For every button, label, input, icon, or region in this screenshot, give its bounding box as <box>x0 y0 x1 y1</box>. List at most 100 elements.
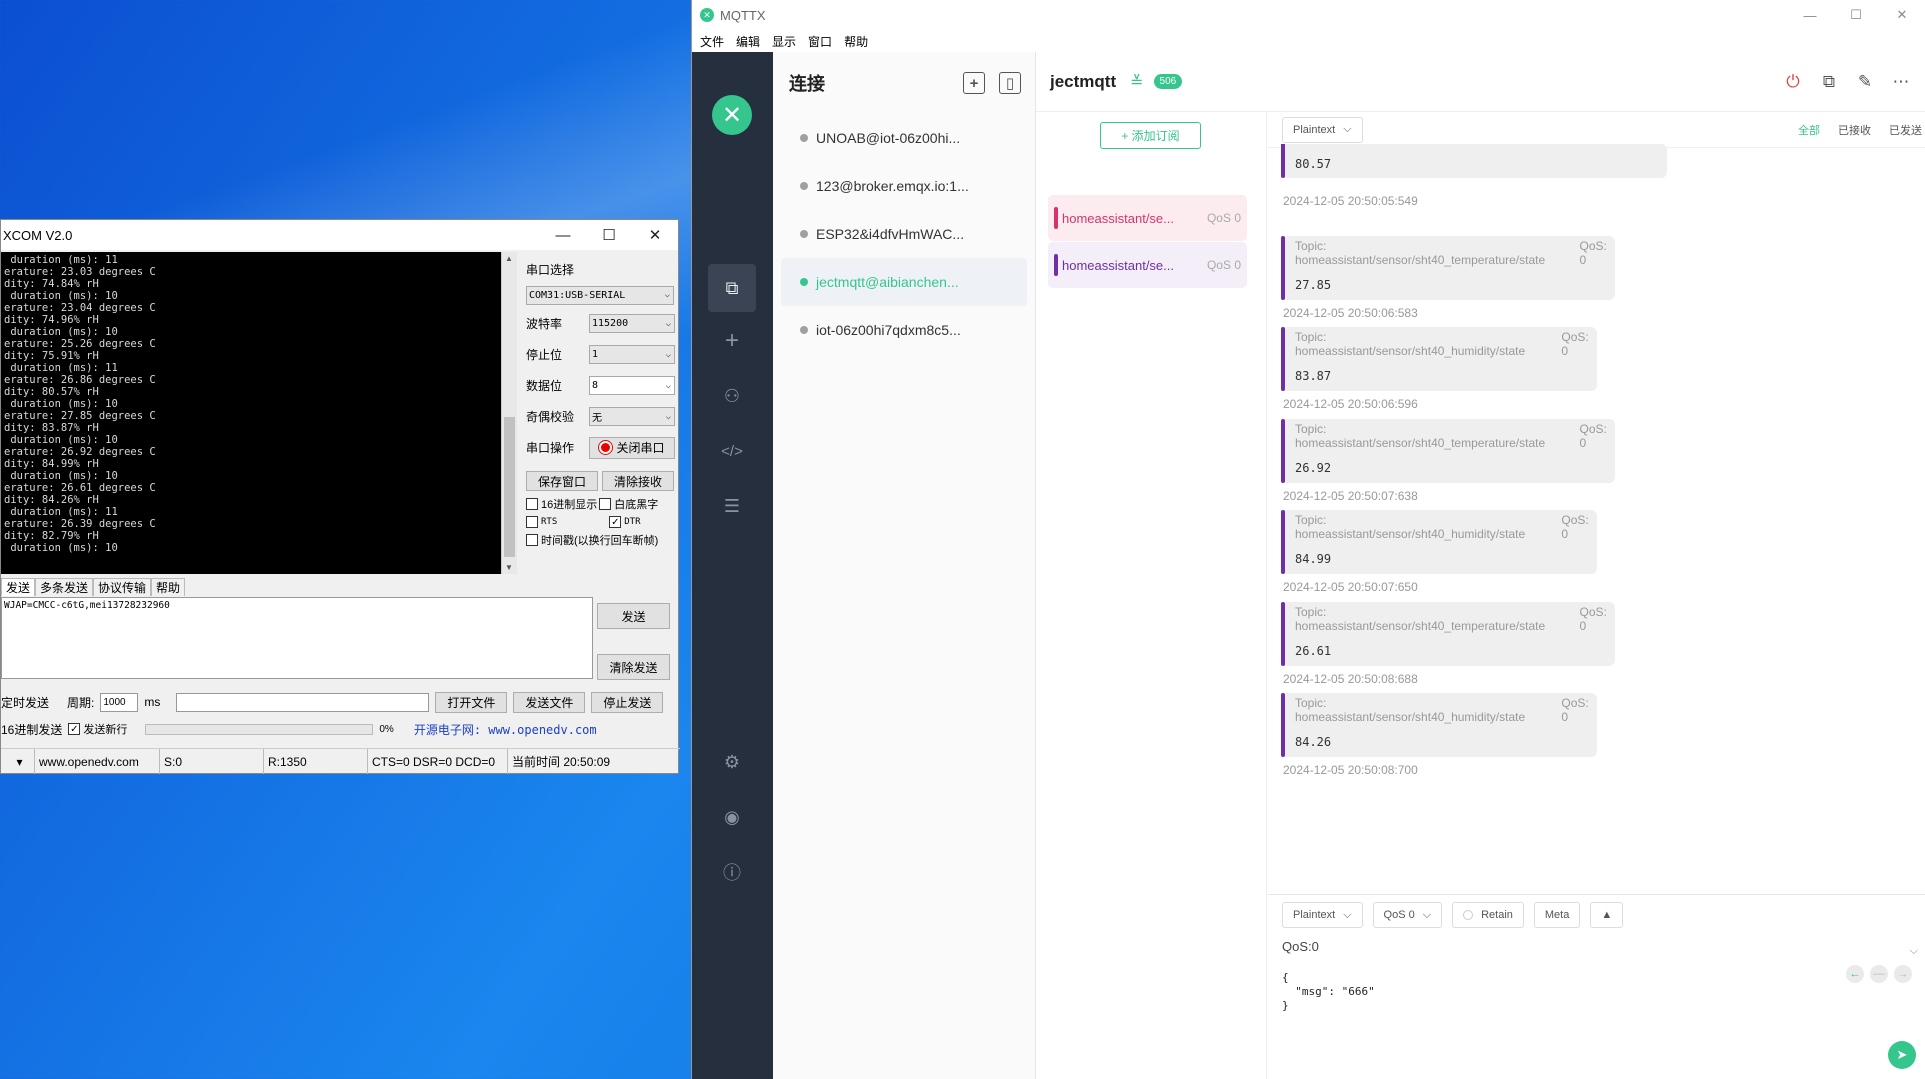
double-chevron-down-icon[interactable]: ≚ <box>1130 72 1143 92</box>
send-message-button[interactable]: ➤ <box>1888 1041 1916 1069</box>
stop-send-button[interactable]: 停止发送 <box>591 691 664 713</box>
scroll-down-icon[interactable]: ▼ <box>505 563 513 572</box>
stop-bits-select[interactable]: 1 ⌵ <box>589 345 675 364</box>
mqttx-titlebar[interactable]: ✕ MQTTX — ☐ ✕ <box>692 0 1925 30</box>
minimize-icon[interactable]: — <box>1787 0 1833 30</box>
meta-button[interactable]: Meta <box>1533 902 1581 928</box>
send-button[interactable]: 发送 <box>597 603 670 629</box>
close-icon[interactable]: ✕ <box>1879 0 1925 30</box>
menu-edit[interactable]: 编辑 <box>736 33 760 50</box>
stop-bits-label: 停止位 <box>526 348 563 362</box>
terminal-line: dity: 83.87% rH <box>4 422 99 434</box>
connection-item[interactable]: 123@broker.emqx.io:1... <box>781 162 1027 210</box>
subscription-item[interactable]: homeassistant/se... QoS 0 <box>1048 242 1247 288</box>
send-textarea[interactable]: WJAP=CMCC-c6tG,mei13728232960 <box>1 597 593 679</box>
message-card[interactable]: Topic: homeassistant/sensor/sht40_humidi… <box>1281 327 1597 392</box>
dtr-checkbox[interactable]: ✓ DTR <box>609 516 641 528</box>
maximize-icon[interactable]: ☐ <box>1833 0 1879 30</box>
hex-display-checkbox[interactable]: 16进制显示 <box>526 496 597 512</box>
chevron-down-icon: ⌵ <box>665 380 671 391</box>
receive-terminal[interactable]: duration (ms): 11 erature: 23.03 degrees … <box>1 252 501 574</box>
close-icon[interactable]: ✕ <box>632 220 678 250</box>
topology-icon[interactable]: ⚇ <box>717 381 747 411</box>
baud-select[interactable]: 115200 ⌵ <box>589 314 675 333</box>
minus-icon[interactable]: — <box>1870 965 1888 983</box>
file-path-input[interactable] <box>176 692 430 712</box>
power-icon[interactable]: ⏻ <box>1782 71 1804 93</box>
edit-icon[interactable]: ✎ <box>1854 71 1876 93</box>
payload-format-select[interactable]: Plaintext ⌵ <box>1282 116 1363 143</box>
close-port-button[interactable]: 关闭串口 <box>589 436 675 459</box>
new-window-icon[interactable]: ⧉ <box>1818 71 1840 93</box>
terminal-line: duration (ms): 10 <box>4 542 118 554</box>
message-list[interactable]: Plaintext ⌵ 全部 已接收 已发送 80.57 2024-12-05 2… <box>1268 112 1925 894</box>
menu-file[interactable]: 文件 <box>700 33 724 50</box>
composer-qos-select[interactable]: QoS 0 ⌵ <box>1372 902 1443 928</box>
new-folder-icon[interactable]: + <box>963 72 985 94</box>
tab-send[interactable]: 发送 <box>1 578 36 596</box>
connection-item[interactable]: UNOAB@iot-06z00hi... <box>781 114 1027 162</box>
filter-sent[interactable]: 已发送 <box>1889 122 1922 138</box>
settings-dropdown-icon[interactable]: ▾ <box>1 749 35 774</box>
add-subscription-button[interactable]: + 添加订阅 <box>1100 122 1201 149</box>
connections-icon[interactable]: ⧉ <box>708 264 756 312</box>
expand-composer-icon[interactable]: ▲ <box>1590 902 1624 928</box>
status-url[interactable]: www.openedv.com <box>35 749 160 774</box>
message-card[interactable]: Topic: homeassistant/sensor/sht40_temper… <box>1281 418 1615 483</box>
period-input[interactable]: 1000 <box>100 692 139 712</box>
maximize-icon[interactable]: ☐ <box>586 220 632 250</box>
arrow-right-icon[interactable]: → <box>1894 965 1912 983</box>
tab-protocol[interactable]: 协议传输 <box>93 578 152 596</box>
menu-help[interactable]: 帮助 <box>844 33 868 50</box>
message-card[interactable]: Topic: homeassistant/sensor/sht40_humidi… <box>1281 510 1597 575</box>
message-time: 2024-12-05 20:50:08:688 <box>1283 671 1418 686</box>
terminal-scrollbar[interactable]: ▲ ▼ <box>501 252 517 574</box>
port-select[interactable]: COM31:USB-SERIAL ⌵ <box>526 285 674 305</box>
script-icon[interactable]: </> <box>717 436 747 466</box>
connection-item[interactable]: ESP32&i4dfvHmWAC... <box>781 210 1027 258</box>
timestamp-checkbox[interactable]: 时间戳(以换行回车断帧) <box>526 532 658 548</box>
more-icon[interactable]: ⋯ <box>1890 71 1912 93</box>
retain-toggle[interactable]: Retain <box>1452 902 1524 928</box>
subscription-qos: QoS 0 <box>1206 258 1241 272</box>
send-file-button[interactable]: 发送文件 <box>513 691 586 713</box>
message-card[interactable]: Topic: homeassistant/sensor/sht40_temper… <box>1281 236 1615 300</box>
arrow-left-icon[interactable]: ← <box>1846 965 1864 983</box>
new-connection-icon[interactable]: + <box>717 326 747 356</box>
tab-help[interactable]: 帮助 <box>151 578 186 596</box>
minimize-icon[interactable]: — <box>540 220 586 250</box>
subscribe-feed-icon[interactable]: ◉ <box>717 802 747 832</box>
open-file-button[interactable]: 打开文件 <box>435 691 508 713</box>
tab-multi-send[interactable]: 多条发送 <box>35 578 94 596</box>
subscription-item[interactable]: homeassistant/se... QoS 0 <box>1048 195 1247 241</box>
terminal-line: duration (ms): 10 <box>4 290 118 302</box>
rts-checkbox[interactable]: RTS <box>526 516 557 528</box>
save-window-button[interactable]: 保存窗口 <box>526 471 598 491</box>
filter-all[interactable]: 全部 <box>1798 122 1820 138</box>
send-newline-checkbox[interactable]: ✓ 发送新行 <box>68 721 127 737</box>
collapse-panel-icon[interactable]: ▯ <box>999 72 1021 94</box>
connection-item[interactable]: jectmqtt@aibianchen... <box>781 258 1027 306</box>
data-bits-select[interactable]: 8 ⌵ <box>589 376 675 395</box>
site-link[interactable]: 开源电子网: www.openedv.com <box>414 721 597 738</box>
chevron-down-icon[interactable]: ⌵ <box>1910 945 1918 958</box>
white-bg-checkbox[interactable]: 白底黑字 <box>599 496 658 512</box>
about-icon[interactable]: ⓘ <box>717 857 747 887</box>
clear-send-button[interactable]: 清除发送 <box>597 654 670 680</box>
message-card[interactable]: Topic: homeassistant/sensor/sht40_humidi… <box>1281 693 1597 757</box>
filter-received[interactable]: 已接收 <box>1838 122 1871 138</box>
clear-receive-button[interactable]: 清除接收 <box>602 471 674 491</box>
scroll-up-icon[interactable]: ▲ <box>505 254 513 263</box>
menu-view[interactable]: 显示 <box>772 33 796 50</box>
menu-window[interactable]: 窗口 <box>808 33 832 50</box>
composer-format-select[interactable]: Plaintext ⌵ <box>1282 902 1363 928</box>
message-card[interactable]: 80.57 <box>1281 144 1667 178</box>
message-card[interactable]: Topic: homeassistant/sensor/sht40_temper… <box>1281 601 1615 666</box>
payload-editor[interactable]: { "msg": "666" } <box>1268 971 1925 1013</box>
xcom-titlebar[interactable]: XCOM V2.0 — ☐ ✕ <box>1 220 678 250</box>
connection-item[interactable]: iot-06z00hi7qdxm8c5... <box>781 306 1027 354</box>
settings-icon[interactable]: ⚙ <box>717 747 747 777</box>
parity-select[interactable]: 无 ⌵ <box>589 407 675 426</box>
log-icon[interactable]: ☰ <box>717 491 747 521</box>
scroll-thumb[interactable] <box>504 417 515 557</box>
